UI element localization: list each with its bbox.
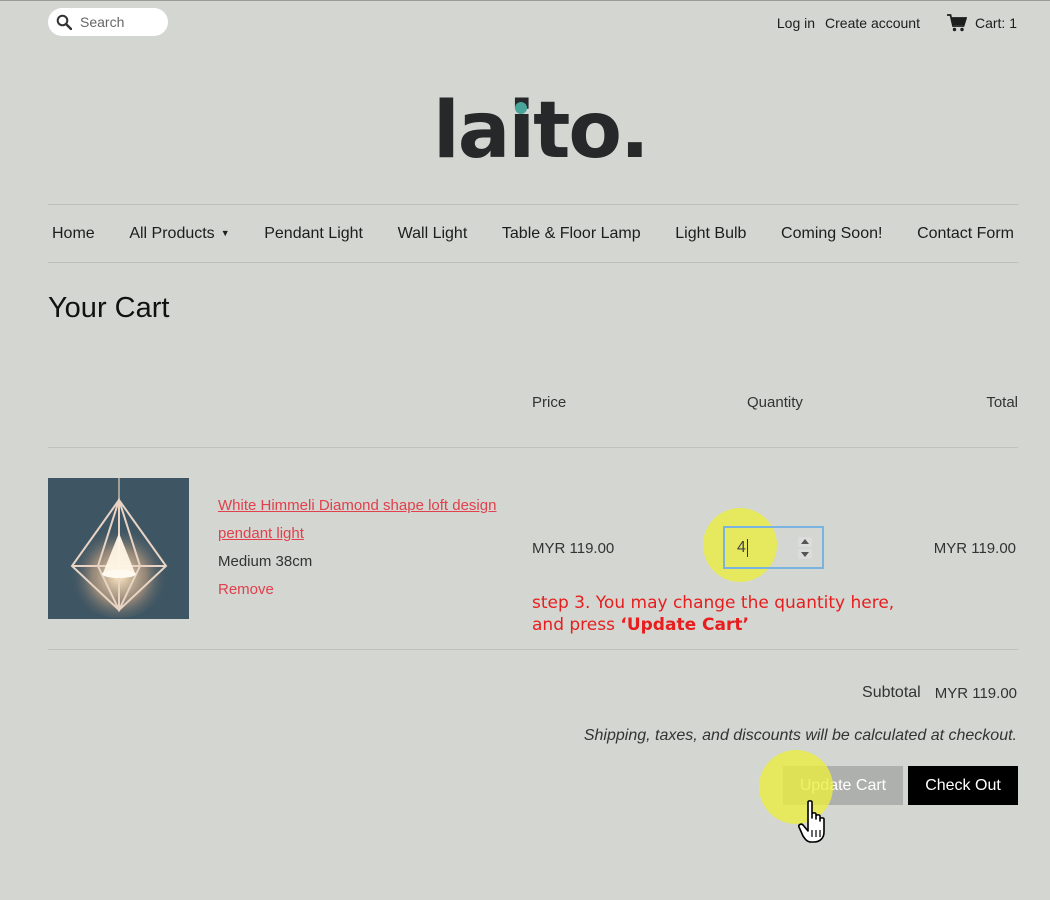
subtotal-value: MYR 119.00 (934, 685, 1017, 702)
quantity-column-header: Quantity (747, 394, 803, 411)
account-links: Log in Create account Cart: 1 (777, 14, 1017, 32)
main-nav: Home All Products ▼ Pendant Light Wall Li… (48, 205, 1018, 262)
product-title-link[interactable]: White Himmeli Diamond shape loft design … (218, 492, 508, 548)
shipping-note: Shipping, taxes, and discounts will be c… (583, 727, 1017, 744)
logo-text: laito. (433, 86, 650, 176)
subtotal-row: Subtotal MYR 119.00 (862, 684, 1017, 702)
nav-item-light-bulb[interactable]: Light Bulb (671, 225, 750, 243)
nav-item-table-floor-lamp[interactable]: Table & Floor Lamp (498, 225, 645, 243)
login-link[interactable]: Log in (777, 15, 815, 31)
quantity-spinner (798, 537, 812, 559)
create-account-link[interactable]: Create account (825, 15, 920, 31)
search-bar[interactable] (48, 8, 168, 36)
quantity-stepper[interactable] (723, 526, 824, 569)
annotation-line-1: step 3. You may change the quantity here… (532, 593, 895, 613)
pendant-lamp-image (48, 478, 189, 619)
logo-dot (515, 102, 527, 114)
annotation-prefix: and press (532, 615, 621, 635)
nav-item-all-products[interactable]: All Products ▼ (125, 225, 233, 243)
tutorial-annotation: step 3. You may change the quantity here… (532, 592, 952, 636)
quantity-input[interactable] (735, 537, 799, 558)
store-logo[interactable]: laito. (433, 92, 650, 170)
top-border (0, 0, 1050, 1)
nav-bottom-divider (48, 262, 1018, 263)
nav-item-label: All Products (129, 224, 215, 242)
nav-item-wall-light[interactable]: Wall Light (394, 225, 472, 243)
cart-count-label: Cart: 1 (974, 15, 1017, 31)
search-input[interactable] (78, 13, 162, 31)
decrement-arrow-icon[interactable] (798, 549, 812, 559)
search-icon (56, 14, 72, 30)
hand-pointer-icon (798, 800, 825, 843)
table-header-divider (48, 447, 1018, 448)
cart-link[interactable]: Cart: 1 (946, 14, 1017, 32)
price-column-header: Price (532, 394, 567, 411)
text-cursor (747, 538, 748, 557)
product-variant: Medium 38cm (218, 553, 313, 570)
annotation-emphasis: ‘Update Cart’ (620, 615, 749, 635)
page-title: Your Cart (48, 292, 170, 324)
subtotal-label: Subtotal (862, 684, 921, 701)
cart-icon (946, 14, 967, 32)
increment-arrow-icon[interactable] (798, 537, 812, 547)
nav-item-coming-soon[interactable]: Coming Soon! (777, 225, 886, 243)
annotation-line-2: and press ‘Update Cart’ (532, 614, 952, 636)
nav-item-pendant-light[interactable]: Pendant Light (260, 225, 367, 243)
item-price: MYR 119.00 (532, 540, 615, 557)
total-column-header: Total (986, 394, 1018, 411)
nav-item-contact-form[interactable]: Contact Form (913, 225, 1018, 243)
product-image[interactable] (48, 478, 189, 619)
nav-item-home[interactable]: Home (48, 225, 99, 243)
checkout-button[interactable]: Check Out (908, 766, 1018, 805)
caret-down-icon: ▼ (220, 228, 230, 239)
remove-item-link[interactable]: Remove (218, 576, 274, 604)
cart-items-divider (48, 649, 1018, 650)
item-line-total: MYR 119.00 (933, 540, 1016, 557)
